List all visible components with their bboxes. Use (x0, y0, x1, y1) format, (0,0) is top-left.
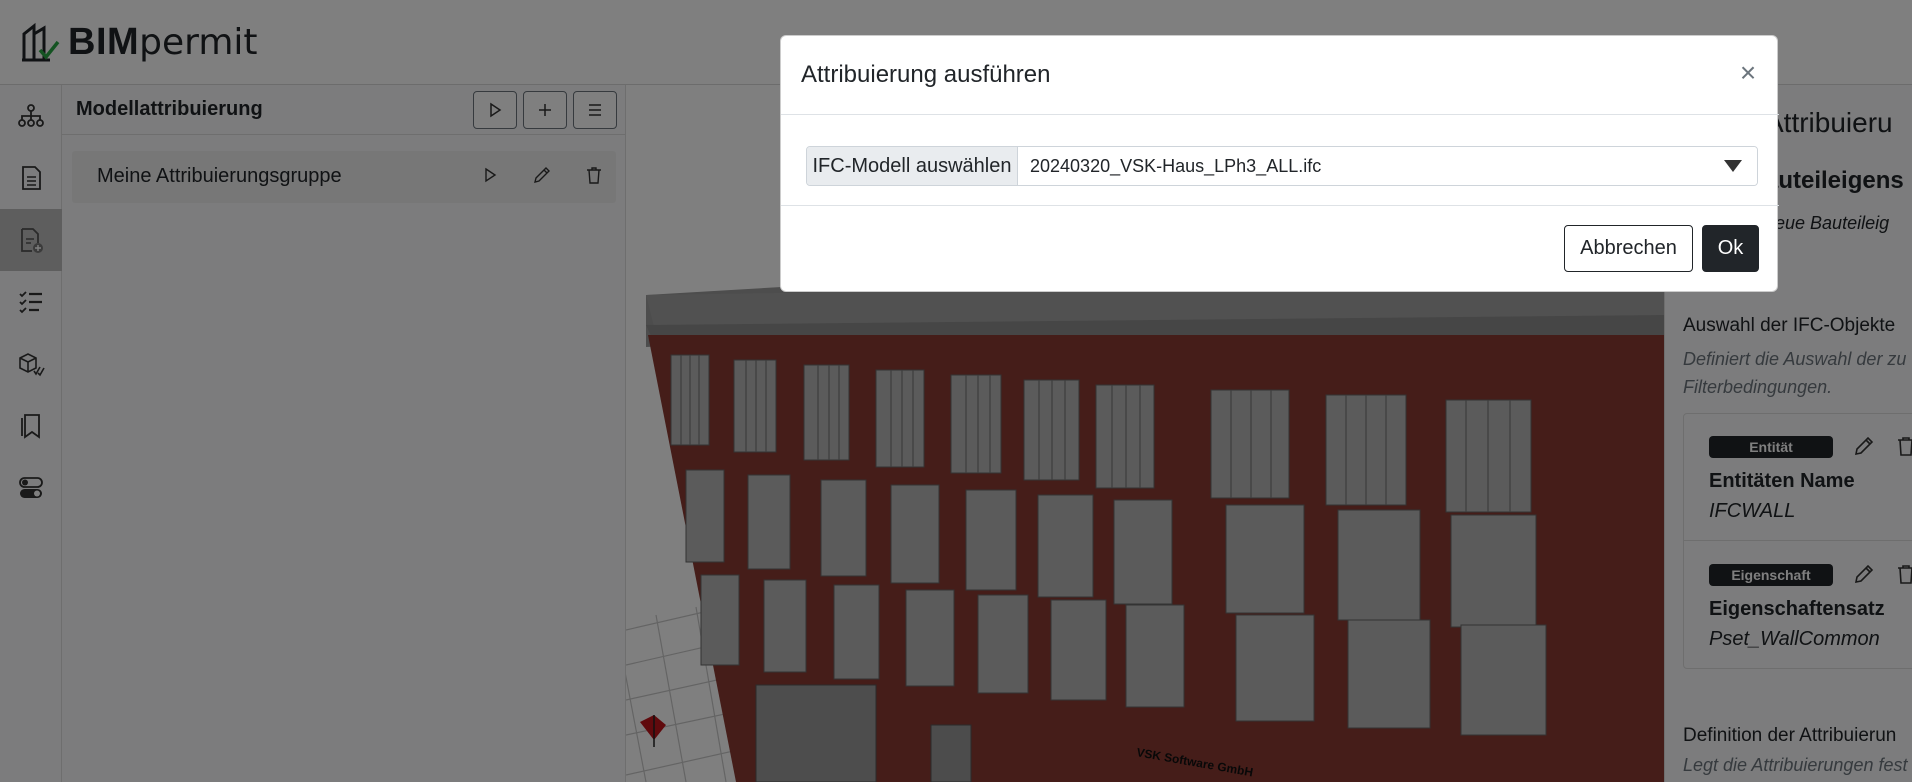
cancel-button[interactable]: Abbrechen (1564, 225, 1693, 272)
chevron-down-icon (1724, 160, 1742, 172)
dialog-title: Attribuierung ausführen (801, 61, 1051, 88)
ifc-model-select-group: IFC-Modell auswählen 20240320_VSK-Haus_L… (806, 146, 1758, 186)
ifc-model-select[interactable]: 20240320_VSK-Haus_LPh3_ALL.ifc (1018, 147, 1757, 185)
dialog-body: IFC-Modell auswählen 20240320_VSK-Haus_L… (781, 115, 1779, 206)
ok-button[interactable]: Ok (1702, 225, 1759, 272)
ifc-model-label: IFC-Modell auswählen (807, 147, 1018, 185)
run-attribution-dialog: Attribuierung ausführen × IFC-Modell aus… (780, 35, 1779, 292)
close-icon[interactable]: × (1735, 59, 1761, 87)
dialog-header: Attribuierung ausführen × (781, 36, 1779, 115)
ifc-model-selected-value: 20240320_VSK-Haus_LPh3_ALL.ifc (1030, 155, 1322, 176)
